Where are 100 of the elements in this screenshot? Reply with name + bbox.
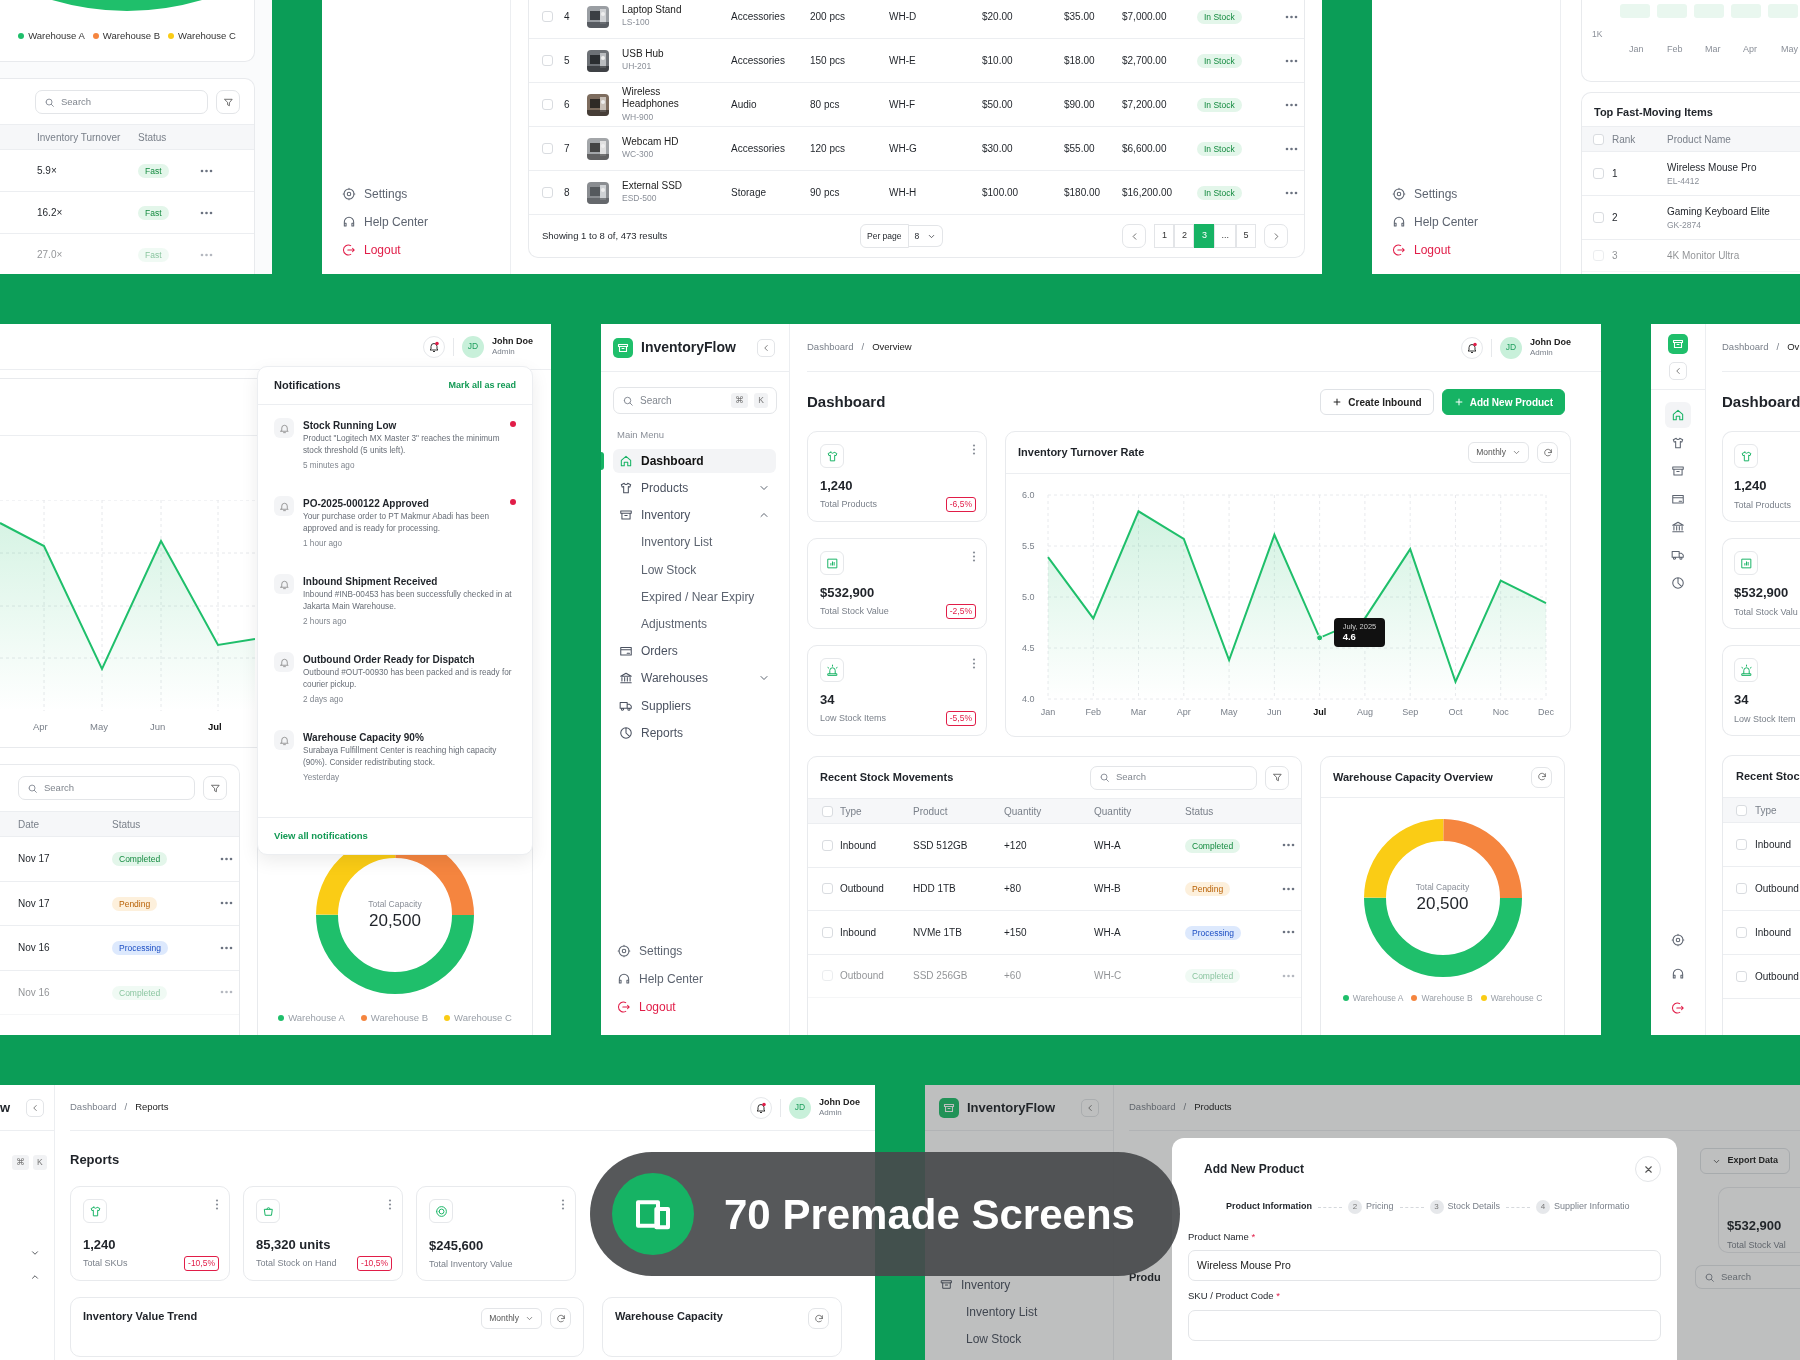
nav-item[interactable]: Low Stock bbox=[934, 1329, 1097, 1348]
more-icon[interactable] bbox=[220, 990, 233, 995]
checkbox[interactable] bbox=[542, 99, 553, 110]
nav-item[interactable]: Dashboard bbox=[613, 448, 776, 473]
more-icon[interactable] bbox=[972, 658, 976, 669]
checkbox[interactable] bbox=[822, 839, 833, 851]
search-field[interactable]: Search bbox=[1721, 1269, 1792, 1285]
step-label[interactable]: Supplier Informatio bbox=[1554, 1200, 1630, 1214]
field-box[interactable]: Wireless Mouse Pro bbox=[1188, 1250, 1661, 1282]
more-icon[interactable] bbox=[1282, 886, 1295, 891]
nav-item[interactable]: Reports bbox=[613, 720, 776, 745]
export-button[interactable]: Export Data bbox=[1700, 1148, 1790, 1174]
more-icon[interactable] bbox=[220, 856, 233, 861]
checkbox[interactable] bbox=[1736, 804, 1747, 816]
page-button[interactable]: 2 bbox=[1174, 224, 1195, 248]
help-center-link[interactable]: Help Center bbox=[1392, 212, 1560, 232]
page-button[interactable]: 5 bbox=[1236, 224, 1256, 248]
search-box[interactable]: Search bbox=[35, 90, 208, 114]
nav-item[interactable]: Warehouses bbox=[613, 666, 776, 691]
refresh-button[interactable] bbox=[1537, 442, 1558, 463]
more-icon[interactable] bbox=[1285, 58, 1298, 63]
mark-all-read-link[interactable]: Mark all as read bbox=[448, 378, 516, 393]
refresh-button[interactable] bbox=[808, 1308, 829, 1329]
more-icon[interactable] bbox=[1282, 843, 1295, 848]
period-select[interactable]: Monthly bbox=[481, 1308, 542, 1329]
logout-link[interactable]: Logout bbox=[342, 240, 510, 260]
checkbox[interactable] bbox=[1736, 927, 1747, 938]
per-page-select[interactable]: 8 bbox=[908, 224, 944, 248]
checkbox[interactable] bbox=[542, 55, 553, 66]
more-icon[interactable] bbox=[200, 210, 213, 215]
step-label[interactable]: Pricing bbox=[1366, 1200, 1394, 1214]
checkbox[interactable] bbox=[1593, 168, 1604, 179]
checkbox[interactable] bbox=[822, 805, 833, 817]
help-center-link[interactable]: Help Center bbox=[342, 212, 510, 232]
nav-item[interactable]: Suppliers bbox=[613, 693, 776, 718]
more-icon[interactable] bbox=[1285, 14, 1298, 19]
more-icon[interactable] bbox=[972, 444, 976, 455]
more-icon[interactable] bbox=[220, 901, 233, 906]
step-label[interactable]: Product Information bbox=[1226, 1200, 1312, 1214]
settings-link[interactable]: Settings bbox=[617, 941, 789, 961]
more-icon[interactable] bbox=[561, 1199, 565, 1210]
more-icon[interactable] bbox=[215, 1199, 219, 1210]
period-select[interactable]: Monthly bbox=[1468, 442, 1529, 463]
nav-item[interactable]: Inventory bbox=[613, 503, 776, 528]
breadcrumb-link[interactable]: Dashboard bbox=[807, 340, 854, 355]
close-button[interactable] bbox=[1635, 1156, 1661, 1182]
more-icon[interactable] bbox=[388, 1199, 392, 1210]
nav-subitem[interactable]: Adjustments bbox=[613, 611, 776, 636]
nav-button[interactable] bbox=[1665, 402, 1691, 428]
search-field[interactable]: Search bbox=[640, 393, 726, 408]
search-field[interactable]: Search bbox=[61, 94, 199, 110]
search-box[interactable]: Search bbox=[18, 776, 195, 800]
more-icon[interactable] bbox=[1282, 930, 1295, 935]
checkbox[interactable] bbox=[1736, 971, 1747, 982]
breadcrumb-link[interactable]: Dashboard bbox=[70, 1100, 117, 1115]
checkbox[interactable] bbox=[822, 883, 833, 895]
settings-link[interactable]: Settings bbox=[342, 184, 510, 204]
more-icon[interactable] bbox=[220, 945, 233, 950]
checkbox[interactable] bbox=[1736, 883, 1747, 894]
nav-item[interactable]: Inventory List bbox=[934, 1302, 1097, 1321]
page-button[interactable]: 1 bbox=[1154, 224, 1175, 248]
search-box[interactable]: Search bbox=[1090, 765, 1257, 790]
filter-button[interactable] bbox=[1265, 765, 1289, 790]
refresh-button[interactable] bbox=[1531, 766, 1552, 788]
search-field[interactable]: Search bbox=[44, 780, 186, 796]
more-icon[interactable] bbox=[1282, 973, 1295, 978]
more-icon[interactable] bbox=[1285, 102, 1298, 107]
search-field[interactable]: Search bbox=[1116, 770, 1248, 785]
logout-link[interactable]: Logout bbox=[1392, 240, 1560, 260]
checkbox[interactable] bbox=[1736, 839, 1747, 850]
checkbox[interactable] bbox=[822, 926, 833, 938]
nav-item[interactable]: Orders bbox=[613, 639, 776, 664]
more-icon[interactable] bbox=[1285, 146, 1298, 151]
nav-subitem[interactable]: Low Stock bbox=[613, 557, 776, 582]
page-button[interactable]: ... bbox=[1214, 224, 1236, 248]
checkbox[interactable] bbox=[1593, 212, 1604, 223]
checkbox[interactable] bbox=[542, 11, 553, 22]
create-inbound-button[interactable]: Create Inbound bbox=[1320, 389, 1434, 415]
logout-link[interactable]: Logout bbox=[617, 997, 789, 1017]
more-icon[interactable] bbox=[1285, 190, 1298, 195]
breadcrumb-link[interactable]: Dashboard bbox=[1129, 1100, 1176, 1115]
filter-button[interactable] bbox=[203, 776, 227, 800]
nav-item[interactable]: Products bbox=[613, 476, 776, 501]
more-icon[interactable] bbox=[200, 252, 213, 257]
breadcrumb-link[interactable]: Dashboard bbox=[1722, 340, 1769, 355]
checkbox[interactable] bbox=[1593, 133, 1604, 145]
input-field[interactable] bbox=[1188, 1309, 1661, 1341]
nav-item[interactable]: Inventory bbox=[934, 1275, 1097, 1294]
filter-button[interactable] bbox=[216, 90, 240, 114]
nav-subitem[interactable]: Inventory List bbox=[613, 530, 776, 555]
more-icon[interactable] bbox=[972, 551, 976, 562]
help-center-link[interactable]: Help Center bbox=[617, 969, 789, 989]
checkbox[interactable] bbox=[542, 187, 553, 198]
nav-subitem[interactable]: Expired / Near Expiry bbox=[613, 584, 776, 609]
step-label[interactable]: Stock Details bbox=[1447, 1200, 1501, 1214]
refresh-button[interactable] bbox=[550, 1308, 571, 1329]
search-box[interactable]: Search ⌘ K bbox=[613, 387, 777, 414]
settings-link[interactable]: Settings bbox=[1392, 184, 1560, 204]
checkbox[interactable] bbox=[542, 143, 553, 154]
search-box[interactable]: Search bbox=[1695, 1265, 1800, 1289]
